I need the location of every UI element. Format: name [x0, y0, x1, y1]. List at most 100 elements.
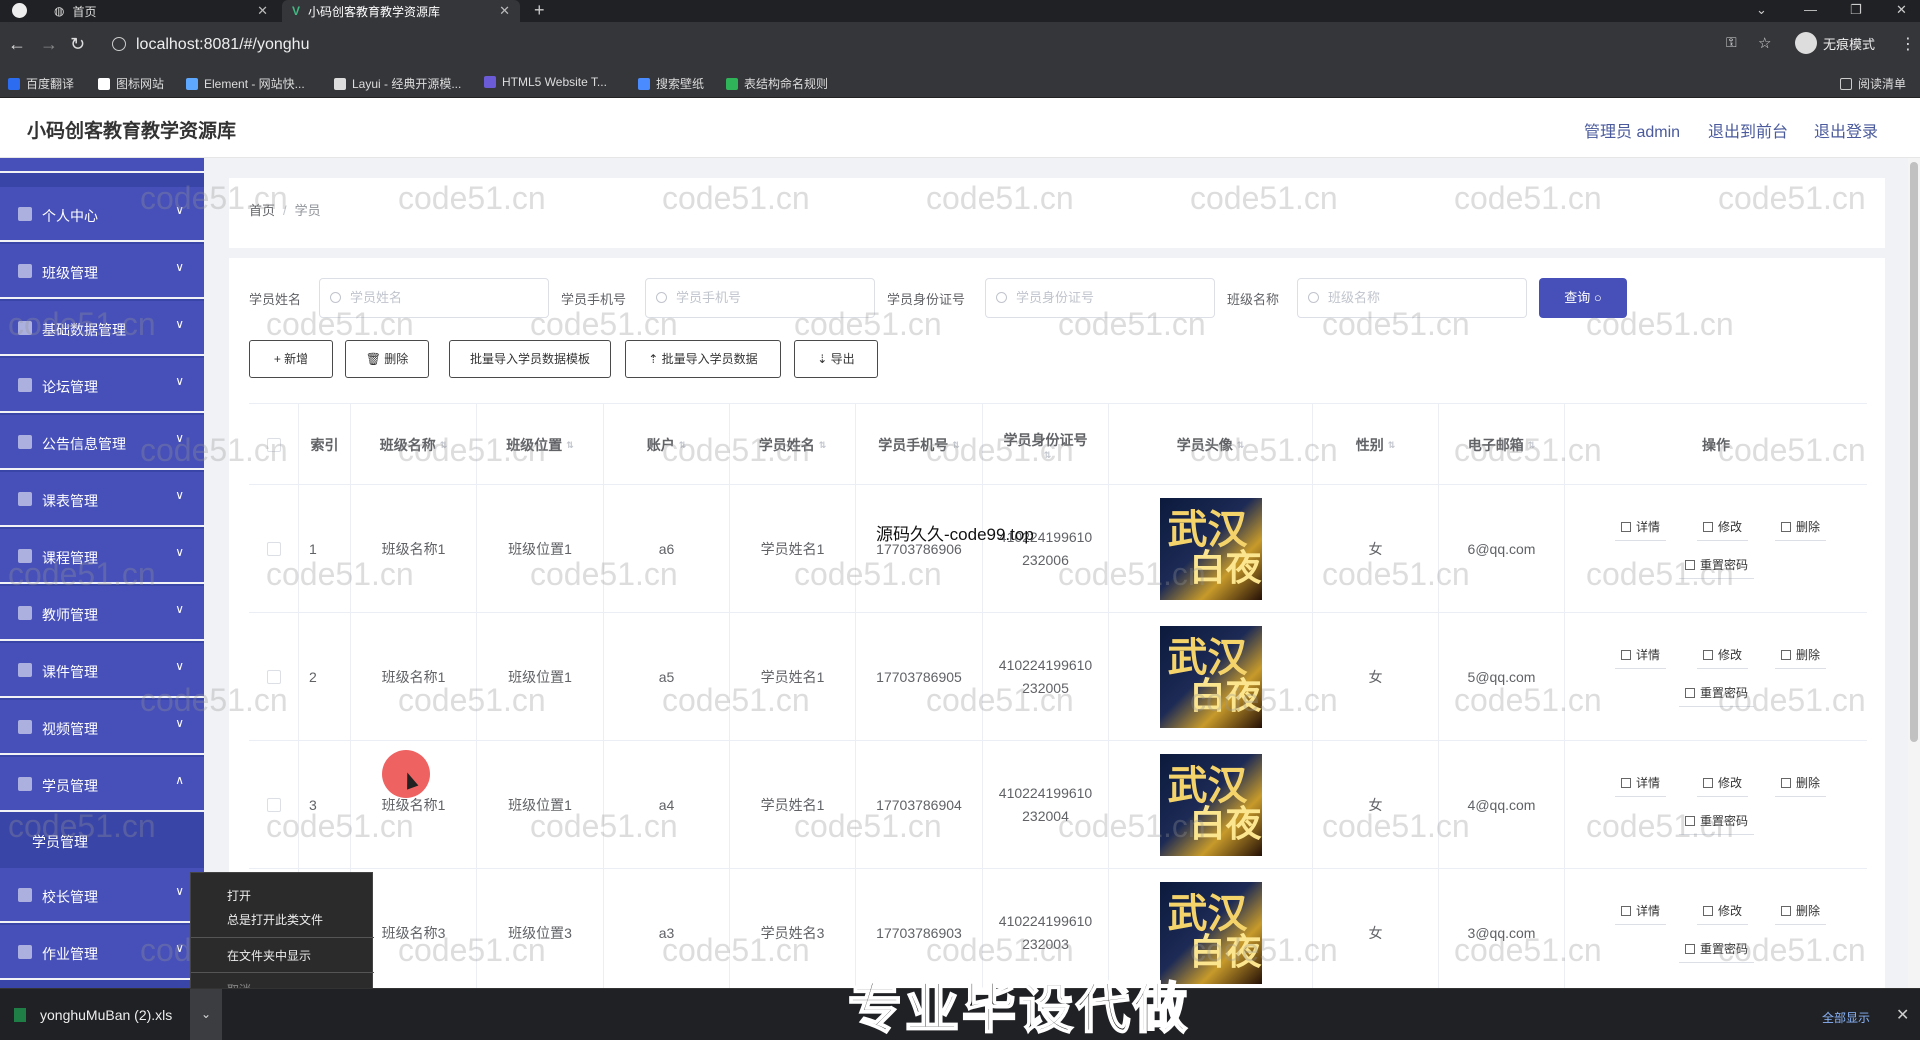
sort-icon[interactable]: ⇅ — [819, 440, 827, 451]
export-button[interactable]: ⇣ 导出 — [794, 340, 878, 378]
row-checkbox[interactable] — [266, 798, 281, 812]
browser-tab-home[interactable]: ◍ 首页 ✕ — [44, 0, 278, 22]
admin-user-link[interactable]: 管理员 admin — [1584, 118, 1680, 142]
bookmark-item[interactable]: HTML5 Website T... — [484, 75, 607, 89]
header-id-number[interactable]: 学员身份证号 ⇅ — [983, 404, 1109, 486]
forward-arrow-icon[interactable]: → — [40, 34, 58, 55]
detail-button[interactable]: 详情 — [1615, 515, 1667, 541]
student-avatar-image[interactable]: 武汉 白夜 — [1159, 754, 1262, 856]
sidebar-item-home[interactable]: 首页 — [0, 158, 204, 173]
row-delete-button[interactable]: 删除 — [1775, 643, 1827, 669]
reset-password-button[interactable]: 重置密码 — [1679, 937, 1755, 963]
row-delete-button[interactable]: 删除 — [1775, 515, 1827, 541]
header-student-name[interactable]: 学员姓名 ⇅ — [730, 404, 856, 486]
edit-button[interactable]: 修改 — [1697, 643, 1749, 669]
close-icon[interactable]: ✕ — [499, 3, 510, 19]
sort-icon[interactable]: ⇅ — [566, 440, 574, 451]
ctx-show-in-folder[interactable]: 在文件夹中显示 — [227, 947, 311, 964]
import-template-button[interactable]: 批量导入学员数据模板 — [449, 340, 611, 378]
back-to-frontend-link[interactable]: 退出到前台 — [1708, 118, 1788, 142]
window-close-icon[interactable]: ✕ — [1896, 2, 1907, 18]
browser-tab-active[interactable]: V 小码创客教育教学资源库 ✕ — [282, 0, 520, 22]
row-checkbox[interactable] — [266, 670, 281, 684]
edit-button[interactable]: 修改 — [1697, 899, 1749, 925]
sidebar-item-schedule[interactable]: 课表管理 ∨ — [0, 472, 204, 527]
sidebar-item-notice[interactable]: 公告信息管理 ∨ — [0, 415, 204, 470]
row-delete-button[interactable]: 删除 — [1775, 899, 1827, 925]
query-button[interactable]: 查询 ○ — [1539, 278, 1627, 318]
reset-password-button[interactable]: 重置密码 — [1679, 809, 1755, 835]
class-name-input[interactable]: 班级名称 — [1297, 278, 1527, 318]
delete-button[interactable]: 🗑 删除 — [345, 340, 429, 378]
header-gender[interactable]: 性别 ⇅ — [1313, 404, 1439, 486]
reset-password-button[interactable]: 重置密码 — [1679, 553, 1755, 579]
sidebar-item-courseware[interactable]: 课件管理 ∨ — [0, 643, 204, 698]
download-options-chevron-icon[interactable]: ⌄ — [190, 989, 222, 1040]
restore-icon[interactable]: ❐ — [1850, 2, 1862, 18]
sidebar-item-teacher[interactable]: 教师管理 ∨ — [0, 586, 204, 641]
close-icon[interactable]: ✕ — [257, 3, 268, 19]
student-name-input[interactable]: 学员姓名 — [319, 278, 549, 318]
info-icon[interactable] — [112, 37, 126, 51]
url-field[interactable]: localhost:8081/#/yonghu — [108, 30, 1808, 60]
more-menu-icon[interactable]: ⋮ — [1900, 34, 1916, 54]
student-avatar-image[interactable]: 武汉 白夜 — [1159, 498, 1262, 600]
reset-password-button[interactable]: 重置密码 — [1679, 681, 1755, 707]
edit-button[interactable]: 修改 — [1697, 515, 1749, 541]
sidebar-item-profile[interactable]: 个人中心 ∨ — [0, 187, 204, 242]
add-button[interactable]: + 新增 — [249, 340, 333, 378]
reading-list[interactable]: 阅读清单 — [1840, 75, 1906, 92]
detail-button[interactable]: 详情 — [1615, 771, 1667, 797]
student-id-input[interactable]: 学员身份证号 — [985, 278, 1215, 318]
sort-icon[interactable]: ⇅ — [952, 440, 960, 451]
new-tab-button[interactable]: + — [534, 0, 545, 20]
header-email[interactable]: 电子邮箱 ⇅ — [1439, 404, 1565, 486]
reload-icon[interactable]: ↻ — [70, 34, 85, 55]
bookmark-item[interactable]: 搜索壁纸 — [638, 75, 704, 92]
page-scrollbar-thumb[interactable] — [1910, 162, 1918, 742]
show-all-downloads-link[interactable]: 全部显示 — [1822, 1009, 1870, 1026]
sidebar-item-class[interactable]: 班级管理 ∨ — [0, 244, 204, 299]
bookmark-item[interactable]: 百度翻译 — [8, 75, 74, 92]
batch-import-button[interactable]: ⇡ 批量导入学员数据 — [625, 340, 781, 378]
sort-icon[interactable]: ⇅ — [1528, 440, 1536, 451]
bookmark-item[interactable]: 图标网站 — [98, 75, 164, 92]
row-delete-button[interactable]: 删除 — [1775, 771, 1827, 797]
download-item[interactable]: yonghuMuBan (2).xls — [14, 1007, 172, 1023]
sidebar-subitem-student[interactable]: 学员管理 — [0, 814, 204, 866]
sidebar-item-forum[interactable]: 论坛管理 ∨ — [0, 358, 204, 413]
detail-button[interactable]: 详情 — [1615, 899, 1667, 925]
row-checkbox[interactable] — [266, 542, 281, 556]
bookmark-item[interactable]: 表结构命名规则 — [726, 75, 828, 92]
tab-search-icon[interactable]: ⌄ — [1756, 2, 1767, 18]
student-avatar-image[interactable]: 武汉 白夜 — [1159, 626, 1262, 728]
header-phone[interactable]: 学员手机号 ⇅ — [856, 404, 983, 486]
back-arrow-icon[interactable]: ← — [8, 34, 26, 55]
sort-icon[interactable]: ⇅ — [1044, 450, 1052, 461]
header-class-name[interactable]: 班级名称 ⇅ — [351, 404, 477, 486]
bookmark-item[interactable]: Layui - 经典开源模... — [334, 75, 461, 92]
detail-button[interactable]: 详情 — [1615, 643, 1667, 669]
header-account[interactable]: 账户 ⇅ — [604, 404, 730, 486]
breadcrumb-home[interactable]: 首页 — [249, 203, 275, 218]
select-all-checkbox[interactable] — [266, 438, 281, 452]
ctx-open[interactable]: 打开 — [227, 887, 251, 904]
bookmark-item[interactable]: Element - 网站快... — [186, 75, 305, 92]
minimize-icon[interactable]: — — [1804, 2, 1817, 17]
sort-icon[interactable]: ⇅ — [1388, 440, 1396, 451]
sidebar-item-student[interactable]: 学员管理 ∧ — [0, 757, 204, 812]
sidebar-item-video[interactable]: 视频管理 ∨ — [0, 700, 204, 755]
sidebar-item-course[interactable]: 课程管理 ∨ — [0, 529, 204, 584]
key-icon[interactable]: ⚿ — [1726, 34, 1737, 51]
sidebar-item-homework[interactable]: 作业管理 ∨ — [0, 925, 204, 980]
sidebar-item-principal[interactable]: 校长管理 ∨ — [0, 868, 204, 923]
logout-link[interactable]: 退出登录 — [1814, 118, 1878, 142]
star-icon[interactable]: ☆ — [1758, 34, 1771, 52]
edit-button[interactable]: 修改 — [1697, 771, 1749, 797]
student-phone-input[interactable]: 学员手机号 — [645, 278, 875, 318]
sort-icon[interactable]: ⇅ — [679, 440, 687, 451]
incognito-indicator[interactable]: 无痕模式 — [1795, 32, 1875, 54]
header-avatar[interactable]: 学员头像 ⇅ — [1109, 404, 1313, 486]
close-download-bar-icon[interactable]: ✕ — [1896, 1005, 1909, 1025]
sort-icon[interactable]: ⇅ — [1237, 440, 1245, 451]
